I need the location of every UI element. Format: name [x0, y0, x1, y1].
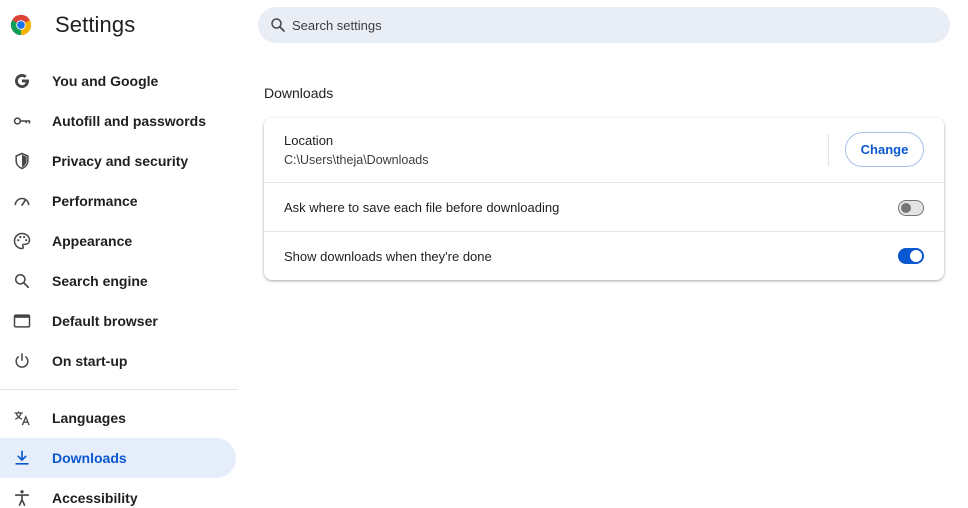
sidebar-item-you-and-google[interactable]: You and Google: [0, 61, 236, 101]
show-downloads-row[interactable]: Show downloads when they're done: [264, 231, 944, 280]
key-icon: [13, 117, 31, 125]
settings-app: Settings You and Google Autofill and pas…: [0, 0, 968, 508]
location-row: Location C:\Users\theja\Downloads Change: [264, 118, 944, 182]
downloads-settings-card: Location C:\Users\theja\Downloads Change…: [264, 118, 944, 280]
location-path: C:\Users\theja\Downloads: [284, 153, 429, 167]
sidebar-item-label: Search engine: [52, 273, 148, 289]
sidebar-item-label: Performance: [52, 193, 138, 209]
sidebar: You and Google Autofill and passwords Pr…: [0, 61, 238, 508]
translate-icon: [14, 411, 30, 426]
sidebar-item-default-browser[interactable]: Default browser: [0, 301, 236, 341]
sidebar-item-label: Default browser: [52, 313, 158, 329]
sidebar-item-label: Appearance: [52, 233, 133, 249]
section-title: Downloads: [264, 85, 334, 101]
sidebar-item-privacy[interactable]: Privacy and security: [0, 141, 236, 181]
sidebar-item-languages[interactable]: Languages: [0, 398, 236, 438]
sidebar-item-search-engine[interactable]: Search engine: [0, 261, 236, 301]
palette-icon: [13, 232, 31, 250]
sidebar-item-appearance[interactable]: Appearance: [0, 221, 236, 261]
sidebar-item-performance[interactable]: Performance: [0, 181, 236, 221]
sidebar-item-label: Autofill and passwords: [52, 113, 207, 129]
search-icon: [15, 274, 30, 289]
location-label: Location: [284, 133, 334, 148]
power-icon: [15, 353, 29, 368]
sidebar-item-label: You and Google: [52, 73, 159, 89]
ask-where-row[interactable]: Ask where to save each file before downl…: [264, 182, 944, 231]
sidebar-item-label: Languages: [52, 410, 126, 426]
page-title: Settings: [55, 12, 136, 37]
sidebar-item-label: On start-up: [52, 353, 128, 369]
sidebar-item-downloads[interactable]: Downloads: [0, 438, 236, 478]
accessibility-icon: [14, 490, 30, 506]
show-downloads-toggle[interactable]: [898, 248, 924, 264]
row-separator: [828, 134, 829, 166]
search-input[interactable]: [292, 17, 892, 33]
sidebar-item-label: Downloads: [52, 450, 127, 466]
shield-icon: [15, 152, 29, 170]
ask-where-toggle[interactable]: [898, 200, 924, 216]
sidebar-item-label: Accessibility: [52, 490, 138, 506]
download-icon: [15, 450, 29, 465]
show-downloads-label: Show downloads when they're done: [284, 249, 492, 264]
ask-where-label: Ask where to save each file before downl…: [284, 200, 560, 215]
toggle-knob: [901, 202, 911, 213]
toggle-knob: [910, 250, 922, 262]
google-g-icon: [15, 73, 29, 88]
speedometer-icon: [14, 197, 30, 206]
change-location-button[interactable]: Change: [845, 132, 924, 167]
search-bar[interactable]: [258, 7, 950, 43]
sidebar-item-on-startup[interactable]: On start-up: [0, 341, 236, 381]
search-icon: [271, 18, 285, 32]
browser-window-icon: [13, 314, 31, 328]
sidebar-item-label: Privacy and security: [52, 153, 189, 169]
chrome-logo-icon: [10, 14, 32, 36]
sidebar-item-autofill[interactable]: Autofill and passwords: [0, 101, 236, 141]
sidebar-divider: [0, 389, 238, 390]
sidebar-item-accessibility[interactable]: Accessibility: [0, 478, 236, 508]
